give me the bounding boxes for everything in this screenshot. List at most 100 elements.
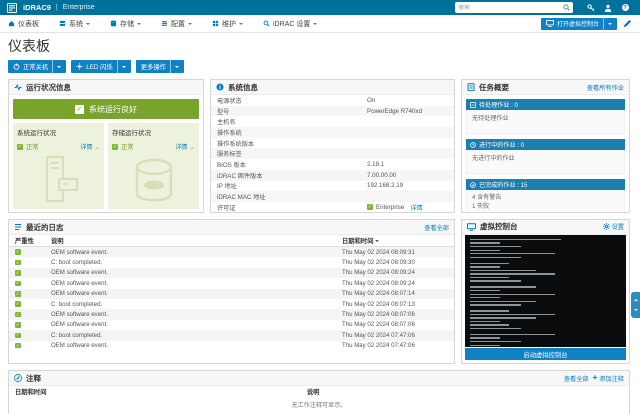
sort-descending-icon	[375, 239, 380, 244]
running-jobs-header: 进行中的作业 : 0	[479, 142, 525, 149]
power-icon	[13, 63, 20, 70]
chevron-down-icon	[239, 23, 243, 27]
running-jobs-section: 进行中的作业 : 0 无进行中的作业	[466, 139, 625, 174]
license-value: Enterprise	[376, 203, 405, 211]
nav-item-storage[interactable]: 存储	[110, 19, 141, 29]
ok-severity-icon: ✓	[15, 332, 21, 339]
scroll-down-icon[interactable]	[633, 308, 638, 313]
config-icon	[161, 20, 168, 27]
edit-dashboard-icon[interactable]	[623, 19, 632, 28]
log-row[interactable]: ✓ OEM software event. Thu May 02 2024 08:0…	[9, 288, 454, 299]
plus-icon: +	[592, 373, 598, 382]
notes-header-row: 日期和时间 说明	[9, 386, 629, 397]
severity-column-header[interactable]: 严重性	[15, 236, 51, 245]
log-row[interactable]: ✓ OEM software event. Thu May 02 2024 08:0…	[9, 320, 454, 330]
storage-health-details-link[interactable]: 详情 →	[175, 142, 195, 151]
system-health-details-link[interactable]: 详情 →	[80, 142, 100, 151]
more-actions-dropdown[interactable]	[169, 60, 179, 73]
nav-item-dashboard[interactable]: 仪表板	[8, 19, 39, 29]
note-description-column: 说明	[306, 389, 320, 396]
recent-logs-panel: 最近的日志 查看全部 严重性 说明 日期和时间 ✓ OEM software ev…	[8, 219, 455, 364]
view-all-logs-link[interactable]: 查看全部	[424, 223, 449, 232]
log-row[interactable]: ✓ C: boot completed. Thu May 02 2024 07:47…	[9, 330, 454, 341]
chevron-down-icon	[188, 23, 192, 27]
led-icon	[76, 63, 83, 70]
job-summary-panel: 任务概要 查看所有作业 待处理作业 : 0 无待处理作业 进行中的作业: 0 …	[461, 79, 630, 213]
masthead: iDRAC9 | Enterprise ?	[0, 0, 640, 15]
recent-logs-title: 最近的日志	[26, 222, 64, 232]
completed-jobs-section: 已完成的作业 : 15 4 含有警告 1 失败	[466, 179, 625, 212]
gear-icon	[602, 223, 610, 231]
ok-status-icon: ✓	[17, 143, 23, 150]
license-details-link[interactable]: 详情	[410, 203, 422, 212]
console-preview[interactable]	[465, 234, 626, 348]
nav-label: iDRAC 设置	[273, 20, 311, 28]
nav-item-idrac-settings[interactable]: iDRAC 设置	[263, 19, 318, 29]
brand-separator: |	[55, 4, 58, 11]
main-nav: 仪表板 系统 存储 配置 维护 iDRAC 设置 打开虚拟控制台	[0, 15, 640, 33]
log-row[interactable]: ✓ OEM software event. Thu May 02 2024 08:0…	[9, 267, 454, 279]
help-icon[interactable]: ?	[621, 4, 629, 12]
info-row: 服务标签	[211, 148, 454, 160]
log-row[interactable]: ✓ OEM software event. Thu May 02 2024 07:4…	[9, 341, 454, 351]
completed-jobs-header: 已完成的作业 : 15	[479, 182, 528, 189]
led-blink-button[interactable]: LED 闪烁	[71, 60, 131, 73]
license-ok-icon: ✓	[367, 204, 373, 211]
system-info-title: 系统信息	[228, 82, 258, 92]
system-health-card: 系统运行状况 ✓ 正常 详情 →	[13, 123, 104, 209]
key-icon[interactable]	[587, 3, 595, 12]
ok-severity-icon: ✓	[15, 249, 21, 255]
more-actions-button[interactable]: 更多操作	[135, 60, 184, 73]
console-button-dropdown[interactable]	[603, 17, 612, 30]
storage-icon	[110, 20, 117, 27]
log-row[interactable]: ✓ C: boot completed. Thu May 02 2024 08:07…	[9, 299, 454, 309]
running-jobs-icon	[470, 141, 476, 148]
launch-virtual-console-button[interactable]: 启动虚拟控制台	[465, 348, 626, 360]
graceful-shutdown-button[interactable]: 正常关机	[8, 60, 67, 73]
job-summary-title: 任务概要	[479, 82, 509, 92]
led-dropdown[interactable]	[116, 60, 126, 73]
health-panel-title: 运行状况信息	[26, 82, 71, 92]
nav-item-maintenance[interactable]: 维护	[212, 19, 243, 29]
log-row[interactable]: ✓ OEM software event. Thu May 02 2024 08:0…	[9, 309, 454, 320]
open-virtual-console-button[interactable]: 打开虚拟控制台	[540, 17, 617, 30]
info-row: 电源状态 On	[217, 96, 376, 105]
shutdown-dropdown[interactable]	[52, 60, 62, 73]
ok-severity-icon: ✓	[15, 342, 21, 349]
virtual-console-icon	[467, 223, 476, 231]
scroll-widget[interactable]	[631, 292, 640, 318]
info-row: BIOS 版本 2.19.1	[217, 160, 385, 169]
add-note-link[interactable]: + 添加注释	[593, 374, 624, 383]
console-settings-link[interactable]: 设置	[602, 222, 624, 231]
system-health-status: 正常	[26, 144, 39, 151]
check-icon: ✓	[75, 104, 84, 114]
license-row: 许可证 ✓ Enterprise 详情	[217, 203, 423, 212]
info-row: iDRAC 固件版本 7.00.00.00	[211, 169, 454, 181]
info-row: 主机名	[217, 119, 236, 127]
view-all-notes-link[interactable]: 查看全部	[564, 374, 589, 383]
masthead-icons: ?	[587, 3, 629, 12]
search-box[interactable]	[455, 2, 573, 13]
info-icon	[216, 83, 224, 91]
user-icon[interactable]	[604, 4, 612, 12]
datetime-column-header[interactable]: 日期和时间	[342, 236, 448, 245]
system-health-title: 系统运行状况	[17, 130, 56, 137]
scroll-up-icon[interactable]	[633, 297, 638, 302]
storage-health-title: 存储运行状况	[112, 130, 151, 137]
search-icon[interactable]	[563, 4, 570, 11]
search-input[interactable]	[458, 4, 563, 11]
completed-jobs-body: 4 含有警告 1 失败	[466, 190, 625, 212]
open-virtual-console-label: 打开虚拟控制台	[556, 22, 599, 28]
description-column-header[interactable]: 说明	[51, 236, 342, 245]
notes-empty-message: 无工作注释可显示。	[291, 402, 347, 409]
log-row[interactable]: ✓ OEM software event. Thu May 02 2024 08:0…	[9, 247, 454, 258]
log-row[interactable]: ✓ C: boot completed. Thu May 02 2024 08:09…	[9, 257, 454, 267]
nav-item-configuration[interactable]: 配置	[161, 19, 192, 29]
ok-severity-icon: ✓	[15, 311, 21, 318]
nav-item-system[interactable]: 系统	[59, 19, 90, 29]
log-row[interactable]: ✓ OEM software event. Thu May 02 2024 08:0…	[9, 278, 454, 288]
system-healthy-label: 系统运行良好	[89, 104, 137, 114]
health-panel: 运行状况信息 ✓ 系统运行良好 系统运行状况 ✓ 正常 详情 → 存储运行状况 …	[8, 79, 204, 213]
view-all-jobs-link[interactable]: 查看所有作业	[587, 83, 624, 92]
nav-label: 配置	[171, 20, 185, 28]
